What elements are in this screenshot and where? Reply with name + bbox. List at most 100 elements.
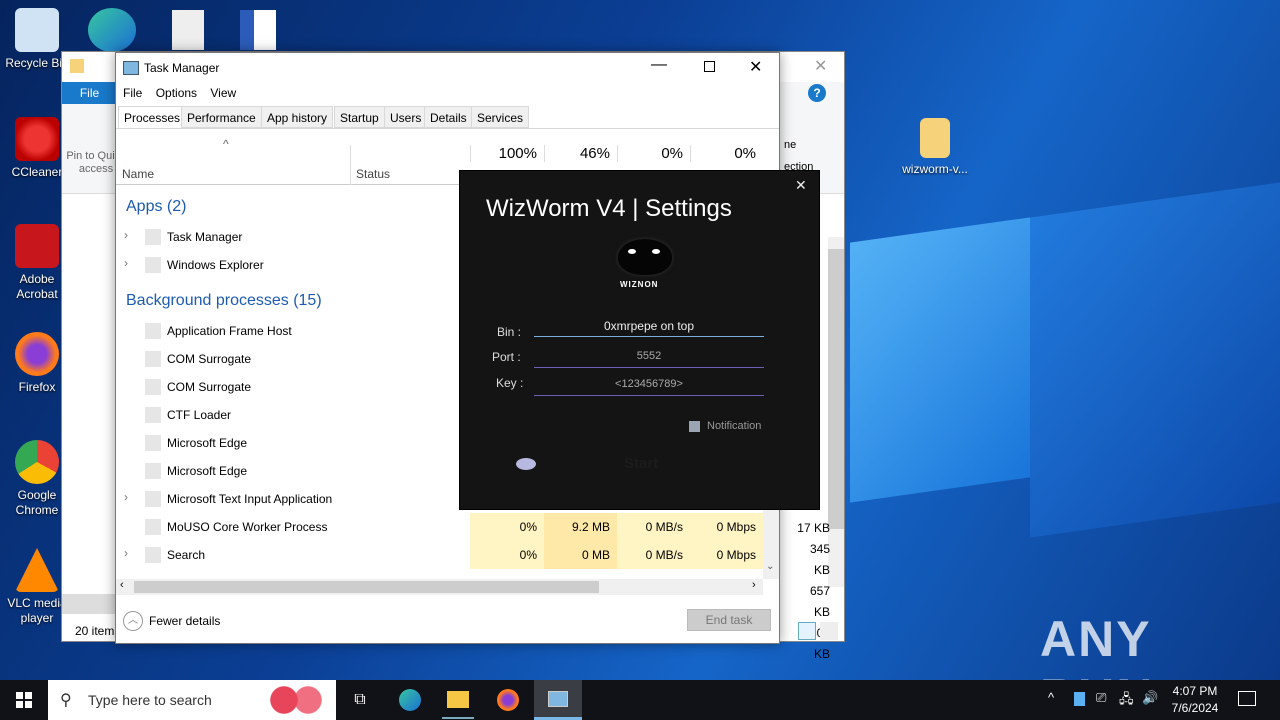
disk-cell: 0 MB/s [617,541,690,569]
task-manager-icon [123,61,139,75]
desktop-icon-wizworm-folder[interactable]: wizworm-v... [898,118,972,177]
edge-desktop-icon[interactable] [88,8,136,52]
file-sizes: 17 KB345 KB657 KB503 KB [797,521,830,661]
folder-icon [70,59,84,73]
column-cpu[interactable]: 100% [470,145,544,162]
process-icon [145,229,161,245]
search-placeholder: Type here to search [88,692,212,708]
port-input[interactable]: 5552 [534,350,764,368]
horizontal-scrollbar[interactable]: ‹ › [116,579,763,595]
taskbar: ⚲ Type here to search ⧉ ^ ⎚ 🖧 🔊 4:07 PM … [0,680,1280,720]
tab-startup[interactable]: Startup [334,106,385,128]
column-name[interactable]: Name [122,167,154,181]
ufo-icon[interactable] [516,458,536,470]
fewer-details-button[interactable]: Fewer details [149,614,220,628]
start-button[interactable] [0,680,48,720]
expand-chevron-icon[interactable]: › [124,490,128,504]
bin-input[interactable]: 0xmrpepe on top [534,319,764,337]
selected-folder-row[interactable] [62,594,117,614]
tab-details[interactable]: Details [424,106,473,128]
process-icon [145,379,161,395]
action-center-icon[interactable] [1238,691,1256,706]
window-title: Task Manager [144,61,220,75]
close-button[interactable]: ✕ [749,57,762,77]
tab-app-history[interactable]: App history [261,106,334,128]
task-view-icon[interactable]: ⧉ [336,680,384,720]
word-desktop-icon[interactable] [240,10,276,50]
cpu-cell: 0% [470,541,544,569]
file-explorer-taskbar-icon[interactable] [434,680,482,720]
disk-cell: 0 MB/s [617,513,690,541]
process-row[interactable]: › Search 0% 0 MB 0 MB/s 0 Mbps [116,541,763,569]
process-row[interactable]: MoUSO Core Worker Process 0% 9.2 MB 0 MB… [116,513,763,541]
end-task-button[interactable]: End task [687,609,771,631]
explorer-scrollbar[interactable] [828,237,844,587]
tab-services[interactable]: Services [471,106,530,128]
large-icons-view-button[interactable] [820,622,838,640]
anyrun-watermark: ANY RUN [1040,611,1152,680]
column-status[interactable]: Status [356,167,390,181]
background-processes-heading: Background processes (15) [126,292,322,309]
process-icon [145,257,161,273]
menu-view[interactable]: View [210,86,236,100]
tab-users[interactable]: Users [384,106,428,128]
notification-label: Notification [707,420,762,432]
clock-date: 7/6/2024 [1171,701,1219,715]
wizworm-settings-dialog: ✕ WizWorm V4 | Settings WIZNON Bin : 0xm… [459,170,820,510]
expand-chevron-icon[interactable]: › [124,256,128,270]
menu-file[interactable]: File [123,86,142,100]
process-icon [145,463,161,479]
details-view-button[interactable] [798,622,816,640]
explorer-status: 20 items [75,624,121,638]
network-cell: 0 Mbps [690,513,763,541]
firefox-icon [15,332,59,376]
menu-bar: File Options View [123,86,236,100]
acrobat-icon [15,224,59,268]
key-input[interactable]: <123456789> [534,378,764,396]
expand-chevron-icon[interactable]: › [124,228,128,242]
search-icon: ⚲ [60,692,72,709]
memory-cell: 0 MB [544,541,617,569]
clock-time: 4:07 PM [1172,684,1218,698]
explorer-close-button[interactable]: ✕ [814,56,827,76]
clock[interactable]: 4:07 PM 7/6/2024 [1166,683,1224,717]
dialog-title: WizWorm V4 | Settings [486,195,732,222]
dialog-close-button[interactable]: ✕ [795,177,807,194]
process-icon [145,547,161,563]
ccleaner-icon [15,117,59,161]
tab-performance[interactable]: Performance [181,106,262,128]
start-button[interactable]: Start [624,455,658,472]
file-tab[interactable]: File [62,82,117,104]
key-label: Key : [496,376,524,390]
vlc-icon [15,548,59,592]
tab-bar: Processes Performance App history Startu… [116,106,779,129]
notification-checkbox[interactable] [689,421,700,432]
process-icon [145,435,161,451]
tab-processes[interactable]: Processes [118,106,187,128]
task-manager-titlebar: Task Manager — ✕ [116,53,779,83]
task-manager-taskbar-icon[interactable] [534,680,582,720]
process-icon [145,351,161,367]
expand-chevron-icon[interactable]: › [124,546,128,560]
search-highlight-image [266,686,326,714]
process-icon [145,407,161,423]
menu-options[interactable]: Options [156,86,197,100]
maximize-button[interactable] [704,61,715,72]
minimize-button[interactable]: — [651,56,667,74]
column-disk[interactable]: 0% [617,145,690,162]
folder-icon [920,118,950,158]
chevron-up-icon[interactable]: ︿ [123,611,143,631]
network-icon[interactable]: 🖧 [1119,690,1134,712]
camera-icon[interactable]: ⎚ [1096,690,1106,706]
help-icon[interactable]: ? [808,84,826,102]
show-hidden-icons-chevron-icon[interactable]: ^ [1048,690,1054,705]
tray-app-icon[interactable] [1074,692,1085,706]
search-box[interactable]: ⚲ Type here to search [48,680,336,720]
column-memory[interactable]: 46% [544,145,617,162]
volume-icon[interactable]: 🔊 [1142,690,1158,706]
column-network[interactable]: 0% [690,145,763,162]
edge-taskbar-icon[interactable] [386,680,434,720]
process-icon [145,519,161,535]
firefox-taskbar-icon[interactable] [484,680,532,720]
file-desktop-icon[interactable] [172,10,204,50]
